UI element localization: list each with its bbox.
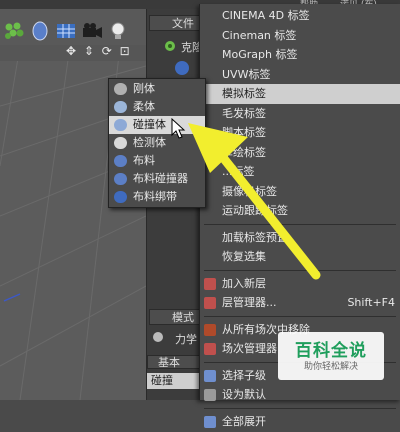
attribute-label: 力学	[175, 333, 197, 346]
floor-grid-icon	[57, 24, 75, 38]
tag-menu-item[interactable]: UVW标签	[200, 65, 400, 85]
tag-menu-item-label: UVW标签	[222, 67, 271, 81]
simulation-tag-icon	[114, 137, 127, 149]
tab-file-label: 文件	[172, 17, 194, 30]
cloner-icon	[165, 41, 175, 51]
deformer-icon	[32, 21, 48, 41]
tag-menu-item[interactable]: 层管理器... Shift+F4	[200, 293, 400, 313]
tab-file[interactable]: 文件	[149, 15, 205, 31]
tag-menu-item-label: 场次管理器	[222, 342, 277, 355]
tag-menu-item-icon	[204, 389, 216, 401]
menu-separator	[204, 315, 396, 317]
tag-menu-item-icon	[204, 323, 216, 336]
simulation-tag-icon	[114, 119, 127, 131]
camera-button[interactable]	[80, 19, 104, 43]
tree-item[interactable]: 克隆	[153, 39, 203, 54]
tag-menu-item-icon	[204, 343, 216, 355]
object-toolbar	[0, 9, 146, 46]
simulation-submenu-item-label: 柔体	[133, 100, 155, 113]
watermark-title: 百科全说	[295, 341, 367, 361]
simulation-tag-icon	[114, 155, 127, 167]
tab-mode-label: 模式	[172, 311, 194, 324]
tab-collider[interactable]: 碰撞	[147, 373, 203, 389]
tag-menu-item-label: CINEMA 4D 标签	[222, 9, 310, 22]
light-bulb-icon	[111, 22, 125, 39]
yellow-arrow-annotation	[188, 123, 321, 280]
simulation-submenu-item-label: 检测体	[133, 136, 166, 149]
simulation-submenu-item-label: 布料	[133, 154, 155, 167]
tag-menu-item-label: 模拟标签	[222, 87, 266, 100]
camera-icon	[83, 23, 102, 38]
tag-menu-item[interactable]: Cineman 标签	[200, 26, 400, 46]
tag-menu-item[interactable]: MoGraph 标签	[200, 45, 400, 65]
tab-mode[interactable]: 模式	[149, 309, 205, 325]
tag-menu-item[interactable]: 全部展开	[200, 412, 400, 432]
tag-menu-item[interactable]: CINEMA 4D 标签	[200, 6, 400, 26]
baike-watermark: 百科全说 助你轻松解决	[278, 332, 384, 380]
simulation-submenu-item[interactable]: 柔体	[109, 98, 205, 116]
tag-menu-item-label: 设为默认	[222, 388, 266, 401]
simulation-submenu-item-label: 布料绑带	[133, 190, 177, 203]
simulation-tag-icon	[114, 191, 127, 203]
attribute-row: 力学	[153, 331, 203, 346]
tag-menu-item-icon	[204, 297, 216, 309]
watermark-subtitle: 助你轻松解决	[303, 362, 358, 372]
tag-menu-item-label: MoGraph 标签	[222, 48, 298, 61]
simulation-submenu-item-label: 刚体	[133, 82, 155, 95]
viewport-nav-controls[interactable]: ✥ ⇕ ⟳ ⊡	[66, 44, 132, 58]
floor-button[interactable]	[54, 19, 78, 43]
simulation-tag-icon	[114, 173, 127, 185]
tab-basic[interactable]: 基本	[147, 355, 203, 369]
tag-menu-item[interactable]: 设为默认	[200, 385, 400, 405]
simulation-tag-icon	[114, 101, 127, 113]
tag-menu-item[interactable]: 模拟标签	[200, 84, 400, 104]
tag-menu-item-label: 选择子级	[222, 368, 266, 382]
dynamics-icon	[153, 332, 163, 342]
sphere-icon	[175, 61, 189, 75]
tab-basic-label: 基本	[158, 356, 180, 369]
hair-button[interactable]	[2, 19, 26, 43]
tab-collider-label: 碰撞	[151, 374, 173, 387]
tag-menu-item-shortcut: Shift+F4	[347, 296, 395, 309]
hair-cluster-icon	[5, 22, 24, 39]
tag-menu-item-icon	[204, 415, 216, 428]
tag-menu-item-icon	[204, 369, 216, 382]
light-button[interactable]	[106, 19, 130, 43]
menu-separator	[204, 407, 396, 409]
simulation-submenu-item[interactable]: 刚体	[109, 80, 205, 98]
deformer-button[interactable]	[28, 19, 52, 43]
tag-menu-item-label: 层管理器...	[222, 296, 277, 309]
simulation-tag-icon	[114, 83, 127, 95]
tag-menu-item-label: 全部展开	[222, 414, 266, 428]
tag-menu-item-label: Cineman 标签	[222, 28, 297, 42]
simulation-submenu-item-label: 碰撞体	[133, 118, 166, 131]
